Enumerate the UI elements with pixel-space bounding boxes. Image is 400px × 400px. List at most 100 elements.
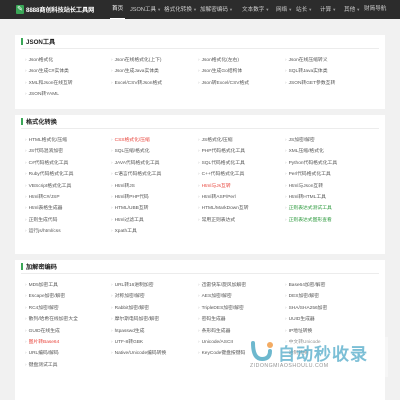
tool-link[interactable]: › SQL转Java实体类 xyxy=(285,68,328,75)
bullet-icon: › xyxy=(198,172,200,178)
tool-link[interactable]: › Html转JS xyxy=(111,183,135,190)
tool-link-label: C语言代码格式化工具 xyxy=(114,172,162,178)
nav-item-1[interactable]: JSON工具▼ xyxy=(128,0,163,19)
tool-link[interactable]: › XML和Json在线互转 xyxy=(25,80,73,87)
tool-link[interactable]: › Escape加密/解密 xyxy=(25,293,65,300)
tool-link[interactable]: › VBScript格式化工具 xyxy=(25,183,71,190)
tool-link[interactable]: › Html转PHP代码 xyxy=(111,194,149,201)
tool-link[interactable]: › TripleDES加密/解密 xyxy=(198,305,244,312)
tool-link[interactable]: › Perl代码格式化工具 xyxy=(285,171,331,178)
tool-link[interactable]: › URL转16进制加密 xyxy=(111,282,154,289)
bullet-icon: › xyxy=(25,160,27,166)
tool-link[interactable]: › Json生成C#实体类 xyxy=(25,68,69,75)
tool-link[interactable]: › 键盘测试工具 xyxy=(25,362,57,369)
tool-link[interactable]: › Json格式化 xyxy=(25,57,53,64)
tool-link[interactable]: › SHA/SHA256加密 xyxy=(285,305,327,312)
tool-link[interactable]: › 条形码生成器 xyxy=(198,328,230,335)
tool-link[interactable]: › Rabbit加密/解密 xyxy=(111,305,149,312)
tool-link[interactable]: › HTML格式化/压缩 xyxy=(25,137,67,144)
tool-link[interactable]: › 正则生成代码 xyxy=(25,217,57,224)
nav-item-2[interactable]: 格式化转换▼ xyxy=(162,0,199,19)
nav-item-8[interactable]: 其他▼ xyxy=(342,0,362,19)
tool-link[interactable]: › Json在线格式化(上下) xyxy=(111,57,162,64)
tool-link[interactable]: › KeyCode键盘按键码 xyxy=(198,350,245,357)
tool-link[interactable]: › Excel/CSV转Json格式 xyxy=(111,80,162,87)
tool-link[interactable]: › Html转ASP/Perl xyxy=(198,194,236,201)
tool-link[interactable]: › SQL代码格式化工具 xyxy=(198,160,245,167)
tool-link[interactable]: › GUID在线生成 xyxy=(25,328,60,335)
tool-link[interactable]: › UTF-8转GBK xyxy=(111,339,143,346)
tool-link-label: 迅雷快车/旋风加解密 xyxy=(201,283,247,288)
tool-link[interactable]: › Json生成Go结构体 xyxy=(198,68,242,75)
nav-item-6[interactable]: 站长▼ xyxy=(294,0,314,19)
tool-link[interactable]: › Ruby代码格式化工具 xyxy=(25,171,73,178)
tool-link[interactable]: › 摩尔斯电码加密/解密 xyxy=(111,316,159,323)
tool-link[interactable]: › Json在线压缩转义 xyxy=(285,57,328,64)
bullet-icon: › xyxy=(111,217,113,223)
tool-link[interactable]: › Html表格生成器 xyxy=(25,205,62,212)
chevron-down-icon: ▼ xyxy=(288,7,293,12)
tool-link[interactable]: › CSS格式化/压缩 xyxy=(111,137,150,144)
tool-link[interactable]: › AES加密/解密 xyxy=(198,293,232,300)
tool-link-label: Perl代码格式化工具 xyxy=(288,172,331,178)
tool-link[interactable]: › Html转HTML工具 xyxy=(285,194,326,201)
tool-link[interactable]: › JS格式化/压缩 xyxy=(198,137,233,144)
bullet-icon: › xyxy=(285,206,287,212)
tool-link[interactable]: › JAVA代码格式化工具 xyxy=(111,160,159,167)
tool-link-label: Escape加密/解密 xyxy=(28,294,66,300)
tool-link[interactable]: › Native/Unicode编码转换 xyxy=(111,350,166,357)
tool-link[interactable]: › Unicode/ASCII xyxy=(198,339,233,346)
tool-link[interactable]: › HTML/MarkDown互转 xyxy=(198,205,249,212)
tool-link[interactable]: › C++代码格式化工具 xyxy=(198,171,244,178)
tool-link[interactable]: › Json生成Java实体类 xyxy=(111,68,159,75)
tool-link[interactable]: › Html与Json互转 xyxy=(285,183,323,190)
tool-link[interactable]: › Html过滤工具 xyxy=(111,217,144,224)
chevron-down-icon: ▼ xyxy=(332,7,337,12)
tool-link[interactable]: › Html与Js互转 xyxy=(198,183,231,190)
tool-link[interactable]: › C语言代码格式化工具 xyxy=(111,171,161,178)
tool-link[interactable]: › 运行js/html/css xyxy=(25,228,61,235)
tool-link[interactable]: › C#代码格式化工具 xyxy=(25,160,68,167)
nav-item-3[interactable]: 加解密编码▼ xyxy=(198,0,235,19)
tool-link[interactable]: › htpasswd生成 xyxy=(111,328,144,335)
watermark-subtext: ZIDONGMIAOSHOULU.COM xyxy=(250,363,329,369)
nav-item-0[interactable]: 首页 xyxy=(110,0,126,19)
tool-link[interactable]: › 正则表达式图形查看 xyxy=(285,217,332,224)
tool-link[interactable]: › 对称加密/解密 xyxy=(111,293,145,300)
bullet-icon: › xyxy=(111,138,113,143)
tool-link[interactable]: › 常用正则表达式 xyxy=(198,217,235,224)
tool-link[interactable]: › 迅雷快车/旋风加解密 xyxy=(198,282,246,289)
nav-item-label: 加解密编码 xyxy=(200,7,228,13)
tool-link[interactable]: › MD5加密工具 xyxy=(25,282,58,289)
tool-link[interactable]: › HTML/UBB互转 xyxy=(111,205,148,212)
nav-item-4[interactable]: 文本数字▼ xyxy=(240,0,271,19)
tool-link[interactable]: › Json格式化(左右) xyxy=(198,57,239,64)
tool-link[interactable]: › Html转C#/JSP xyxy=(25,194,60,201)
tool-link[interactable]: › RC4加密/解密 xyxy=(25,305,59,312)
tool-link[interactable]: › UUID生成器 xyxy=(285,316,315,323)
tool-link-label: 常用正则表达式 xyxy=(201,217,236,223)
tool-link[interactable]: › 正则表达式测试工具 xyxy=(285,205,332,212)
tool-link[interactable]: › PHP代码格式化工具 xyxy=(198,148,245,155)
tool-link[interactable]: › Json转Excel/CSV格式 xyxy=(198,80,249,87)
tool-link[interactable]: › XML压缩/格式化 xyxy=(285,148,324,155)
tool-link[interactable]: › Base64加密/解密 xyxy=(285,282,325,289)
tool-link[interactable]: › JSON转YAML xyxy=(25,91,59,98)
tool-link[interactable]: › 密码生成器 xyxy=(198,316,226,323)
tool-link[interactable]: › URL编码/解码 xyxy=(25,350,59,357)
tool-link[interactable]: › Xpath工具 xyxy=(111,228,137,235)
tool-link-label: Json格式化(左右) xyxy=(201,58,239,63)
tool-link[interactable]: › 图片转Base64 xyxy=(25,339,59,346)
tool-link[interactable]: › IP地址转换 xyxy=(285,328,312,335)
tool-link[interactable]: › DES加密/解密 xyxy=(285,293,319,300)
tool-link[interactable]: › JSON转GET参数互转 xyxy=(285,80,335,87)
nav-item-9[interactable]: 财简导航 xyxy=(362,0,388,19)
tool-link[interactable]: › SQL压缩/格式化 xyxy=(111,148,150,155)
tool-link[interactable]: › JS加密/解密 xyxy=(285,137,315,144)
site-logo[interactable]: ✎ 8888商创科技站长工具网 xyxy=(16,4,94,15)
tool-link[interactable]: › 散列/哈希在线加密大全 xyxy=(25,316,78,323)
nav-item-5[interactable]: 网络▼ xyxy=(274,0,294,19)
tool-link[interactable]: › Python代码格式化工具 xyxy=(285,160,337,167)
tool-link[interactable]: › JS代码混淆加密 xyxy=(25,148,63,155)
nav-item-7[interactable]: 计算▼ xyxy=(318,0,338,19)
